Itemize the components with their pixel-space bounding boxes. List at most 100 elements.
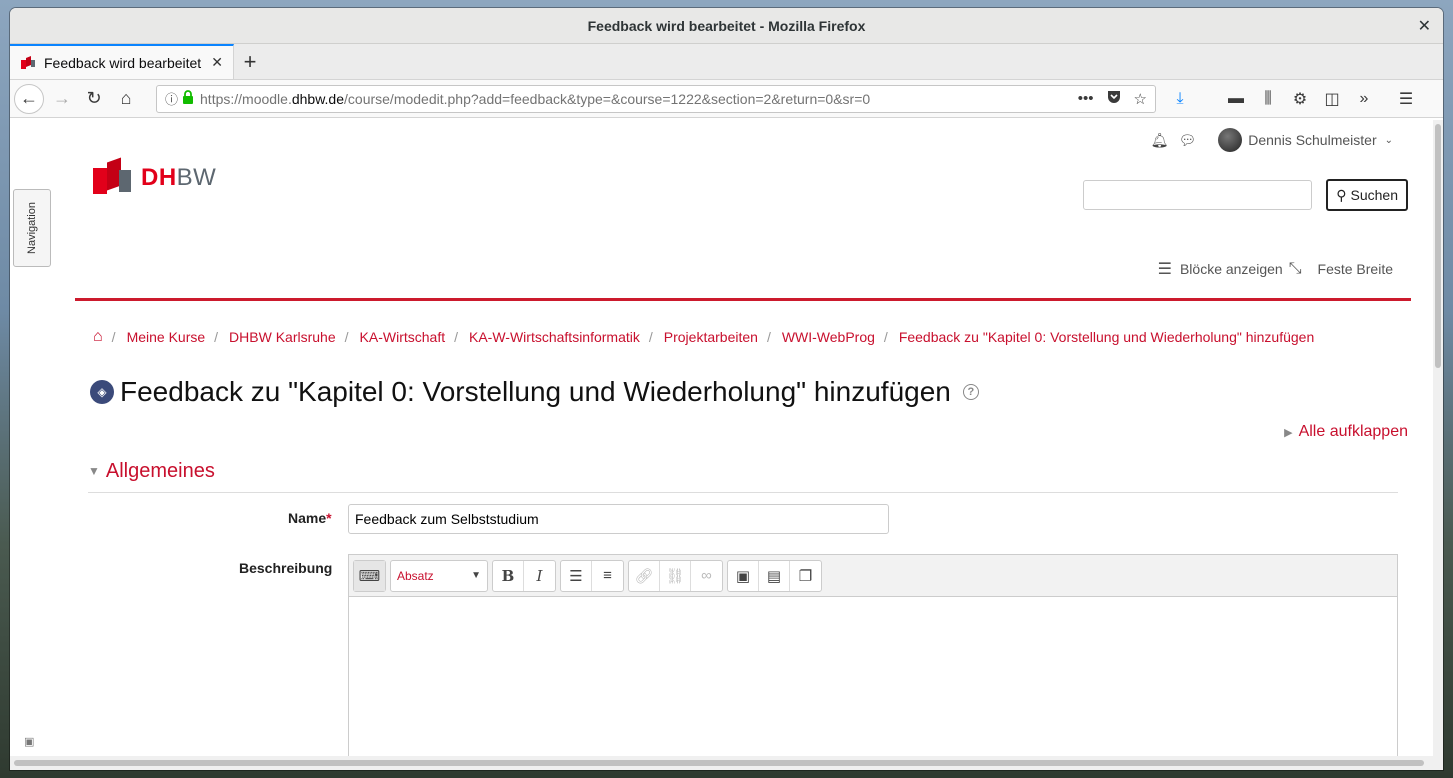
tab-strip: Feedback wird bearbeitet ✕ + bbox=[10, 44, 1443, 80]
breadcrumb-item[interactable]: KA-W-Wirtschaftsinformatik bbox=[469, 329, 640, 345]
close-window-icon[interactable]: ✕ bbox=[1418, 16, 1431, 36]
new-tab-button[interactable]: + bbox=[234, 44, 266, 79]
horizontal-scrollbar[interactable] bbox=[10, 756, 1443, 770]
window-title: Feedback wird bearbeitet - Mozilla Firef… bbox=[587, 17, 866, 34]
paragraph-select[interactable]: Absatz ▼ bbox=[391, 561, 487, 591]
vertical-scrollbar[interactable] bbox=[1433, 120, 1443, 756]
breadcrumb-item-current[interactable]: Feedback zu "Kapitel 0: Vorstellung und … bbox=[899, 329, 1314, 345]
caret-down-icon: ▼ bbox=[471, 570, 481, 581]
description-label: Beschreibung bbox=[239, 560, 333, 576]
image-icon[interactable]: ▣ bbox=[728, 560, 759, 591]
description-editor: ⌨ Absatz ▼ B I ☰ ≡ 🔗︎ ⛓ ∞ ▣ ▤ ❐ bbox=[348, 554, 1398, 756]
back-button[interactable]: ← bbox=[14, 83, 44, 114]
info-icon[interactable]: ⓘ bbox=[165, 89, 178, 108]
user-menu: 🔔︎ 💬︎ Dennis Schulmeister ⌄ bbox=[1151, 128, 1393, 152]
unordered-list-icon[interactable]: ☰ bbox=[561, 560, 592, 591]
navigation-drawer-toggle[interactable]: Navigation bbox=[13, 189, 51, 267]
breadcrumb-item[interactable]: WWI-WebProg bbox=[782, 329, 875, 345]
name-field[interactable] bbox=[348, 504, 889, 534]
breadcrumb-item[interactable]: KA-Wirtschaft bbox=[360, 329, 446, 345]
compress-icon[interactable]: ⤡ bbox=[1289, 260, 1302, 278]
avatar[interactable] bbox=[1218, 128, 1243, 152]
feedback-module-icon: ◈ bbox=[90, 380, 114, 404]
breadcrumb-separator: / bbox=[111, 329, 116, 345]
search-button[interactable]: ⚲ Suchen bbox=[1326, 179, 1408, 211]
dock-icon[interactable]: ▣ bbox=[24, 735, 34, 748]
unlink-icon[interactable]: ⛓ bbox=[660, 560, 691, 591]
expand-all-link[interactable]: ▶ Alle aufklappen bbox=[1284, 423, 1408, 441]
home-icon[interactable]: ⌂ bbox=[93, 328, 103, 346]
fixed-width-link[interactable]: Feste Breite bbox=[1318, 261, 1393, 277]
required-icon: * bbox=[326, 510, 332, 526]
breadcrumb-item[interactable]: Projektarbeiten bbox=[664, 329, 758, 345]
breadcrumb-item[interactable]: DHBW Karlsruhe bbox=[229, 329, 336, 345]
search-form: ⚲ Suchen bbox=[1083, 179, 1408, 211]
breadcrumb-separator: / bbox=[214, 329, 219, 345]
window-titlebar: Feedback wird bearbeitet - Mozilla Firef… bbox=[10, 8, 1443, 44]
editor-toolbar: ⌨ Absatz ▼ B I ☰ ≡ 🔗︎ ⛓ ∞ ▣ ▤ ❐ bbox=[349, 555, 1397, 597]
name-label: Name* bbox=[288, 510, 332, 526]
url-text[interactable]: https://moodle.dhbw.de/course/modedit.ph… bbox=[200, 91, 1066, 107]
browser-window: Feedback wird bearbeitet - Mozilla Firef… bbox=[10, 8, 1443, 770]
breadcrumb-item[interactable]: Meine Kurse bbox=[127, 329, 206, 345]
help-icon[interactable]: ? bbox=[962, 384, 979, 400]
user-name[interactable]: Dennis Schulmeister bbox=[1248, 132, 1376, 148]
url-bar[interactable]: ⓘ https://moodle.dhbw.de/course/modedit.… bbox=[156, 84, 1156, 113]
search-input[interactable] bbox=[1083, 180, 1313, 210]
breadcrumb-separator: / bbox=[454, 329, 458, 345]
tab-feedback[interactable]: Feedback wird bearbeitet ✕ bbox=[10, 44, 234, 79]
manage-files-icon[interactable]: ❐ bbox=[790, 561, 821, 591]
triangle-down-icon: ▼ bbox=[88, 464, 100, 478]
notifications-bell-icon[interactable]: 🔔︎ bbox=[1151, 132, 1169, 149]
header-divider bbox=[75, 298, 1411, 301]
page-heading: ◈ Feedback zu "Kapitel 0: Vorstellung un… bbox=[90, 376, 979, 408]
show-blocks-link[interactable]: Blöcke anzeigen bbox=[1180, 261, 1283, 277]
link-icon[interactable]: 🔗︎ bbox=[629, 560, 660, 591]
dhbw-logo[interactable]: DHBW bbox=[93, 157, 217, 198]
messages-icon[interactable]: 💬︎ bbox=[1178, 132, 1196, 149]
breadcrumb-separator: / bbox=[344, 329, 349, 345]
blocks-icon[interactable]: ☰ bbox=[1158, 259, 1172, 279]
search-button-label: Suchen bbox=[1350, 187, 1398, 203]
synced-tabs-icon[interactable]: ▬ bbox=[1220, 83, 1252, 115]
triangle-right-icon: ▶ bbox=[1284, 426, 1293, 439]
page-title: Feedback zu "Kapitel 0: Vorstellung und … bbox=[120, 376, 951, 407]
navigation-toolbar: ← → ↻ ⌂ ⓘ https://moodle.dhbw.de/course/… bbox=[10, 80, 1443, 118]
tab-label: Feedback wird bearbeitet bbox=[44, 54, 202, 71]
sidebar-icon[interactable]: ◫ bbox=[1316, 83, 1348, 115]
breadcrumb-separator: / bbox=[766, 329, 771, 345]
expand-all-label: Alle aufklappen bbox=[1298, 423, 1408, 440]
ordered-list-icon[interactable]: ≡ bbox=[592, 561, 623, 591]
bookmark-star-icon[interactable]: ☆ bbox=[1134, 90, 1147, 108]
bold-icon[interactable]: B bbox=[493, 560, 524, 591]
hamburger-menu-icon[interactable]: ☰ bbox=[1390, 83, 1422, 115]
breadcrumb-separator: / bbox=[648, 329, 653, 345]
editor-content-area[interactable] bbox=[349, 597, 1397, 756]
breadcrumb: ⌂ / Meine Kurse / DHBW Karlsruhe / KA-Wi… bbox=[93, 328, 1314, 346]
page-content: 🔔︎ 💬︎ Dennis Schulmeister ⌄ Navigation D… bbox=[10, 120, 1433, 756]
extension-icon[interactable]: ⚙ bbox=[1284, 83, 1316, 115]
close-tab-icon[interactable]: ✕ bbox=[211, 54, 223, 71]
lock-icon bbox=[182, 90, 194, 107]
overflow-menu-icon[interactable]: » bbox=[1348, 83, 1380, 115]
section-title: Allgemeines bbox=[105, 459, 215, 482]
media-icon[interactable]: ▤ bbox=[759, 560, 790, 591]
pocket-icon[interactable] bbox=[1106, 89, 1122, 109]
chevron-down-icon[interactable]: ⌄ bbox=[1385, 135, 1393, 146]
section-general-header[interactable]: ▼ Allgemeines bbox=[88, 450, 1398, 493]
layout-controls: ☰ Blöcke anzeigen ⤡ Feste Breite bbox=[1158, 259, 1393, 279]
toolbar-toggle-icon[interactable]: ⌨ bbox=[354, 560, 385, 591]
home-button[interactable]: ⌂ bbox=[110, 83, 142, 115]
autolink-icon[interactable]: ∞ bbox=[691, 561, 722, 591]
page-actions-icon[interactable]: ••• bbox=[1078, 90, 1094, 107]
dhbw-logo-text: DHBW bbox=[141, 164, 217, 191]
forward-button[interactable]: → bbox=[46, 83, 78, 115]
downloads-icon[interactable]: ⤓ bbox=[1164, 83, 1196, 115]
italic-icon[interactable]: I bbox=[524, 561, 555, 591]
breadcrumb-separator: / bbox=[883, 329, 888, 345]
search-icon: ⚲ bbox=[1336, 186, 1347, 203]
reload-button[interactable]: ↻ bbox=[78, 83, 110, 115]
library-icon[interactable]: ⫼ bbox=[1252, 83, 1284, 115]
